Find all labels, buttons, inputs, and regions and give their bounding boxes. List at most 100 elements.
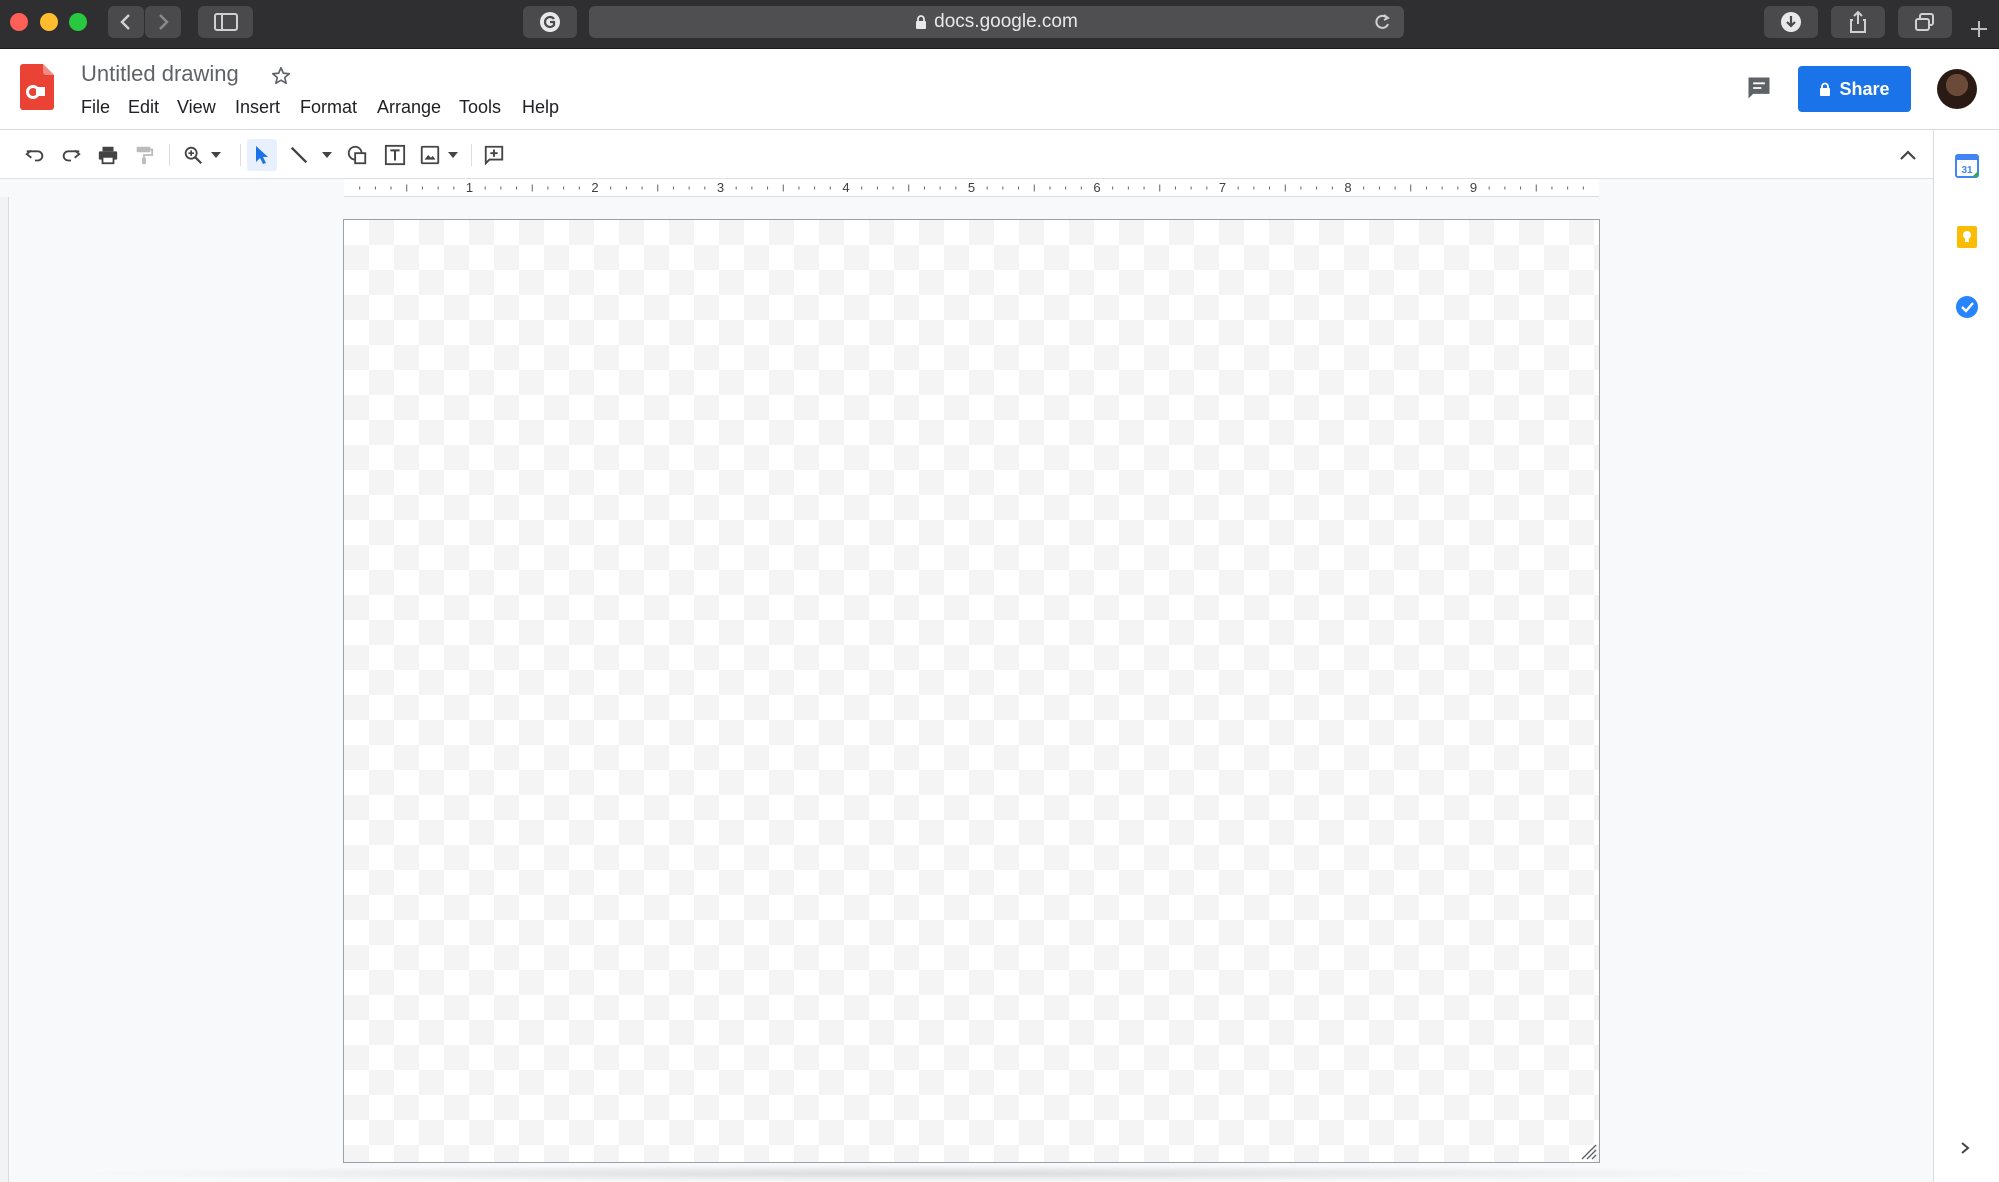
reload-icon[interactable]: [1372, 12, 1392, 32]
close-window-button[interactable]: [10, 13, 28, 31]
share-page-button[interactable]: [1831, 6, 1885, 38]
paint-format-button[interactable]: [131, 142, 157, 168]
menu-help[interactable]: Help: [522, 97, 559, 118]
share-button[interactable]: Share: [1798, 66, 1911, 112]
image-icon: [420, 145, 440, 165]
zoom-dropdown[interactable]: [209, 142, 223, 168]
grammarly-icon: [540, 12, 560, 32]
ruler-label: 5: [967, 180, 976, 195]
menu-arrange[interactable]: Arrange: [377, 97, 441, 118]
downloads-button[interactable]: [1764, 6, 1818, 38]
chevron-left-icon: [120, 14, 130, 30]
toolbar-divider: [169, 144, 170, 166]
menu-insert[interactable]: Insert: [235, 97, 280, 118]
browser-toolbar: docs.google.com: [0, 0, 1999, 49]
menu-format[interactable]: Format: [300, 97, 357, 118]
minimize-window-button[interactable]: [40, 13, 58, 31]
drawings-logo[interactable]: [20, 64, 54, 115]
grammarly-extension-button[interactable]: [523, 6, 577, 38]
image-dropdown[interactable]: [446, 142, 460, 168]
canvas-resize-handle[interactable]: [1579, 1142, 1597, 1160]
add-comment-icon: [484, 145, 504, 166]
star-button[interactable]: [270, 65, 292, 92]
expand-side-panel-button[interactable]: [1958, 1138, 1982, 1162]
ruler-label: 9: [1469, 180, 1478, 195]
comment-icon: [1748, 77, 1770, 99]
share-icon: [1850, 10, 1866, 33]
lock-icon: [1820, 82, 1831, 96]
text-box-button[interactable]: [382, 142, 408, 168]
paint-format-icon: [136, 146, 154, 165]
sidebar-icon: [213, 13, 238, 31]
text-box-icon: [384, 144, 406, 166]
toolbar-divider: [471, 144, 472, 166]
calendar-button[interactable]: 31: [1955, 154, 1979, 178]
tasks-icon: [1956, 296, 1978, 318]
add-comment-button[interactable]: [481, 142, 507, 168]
menu-edit[interactable]: Edit: [128, 97, 159, 118]
vertical-ruler: [0, 197, 9, 1182]
shape-icon: [347, 145, 367, 165]
select-icon: [256, 146, 268, 164]
lock-icon: [916, 15, 927, 29]
tab-overview-button[interactable]: [1898, 6, 1952, 38]
print-icon: [98, 146, 118, 165]
menu-view[interactable]: View: [177, 97, 216, 118]
horizontal-ruler: 1 2 3 4 5 6 7 8 9: [344, 179, 1599, 197]
forward-button[interactable]: [145, 6, 181, 38]
maximize-window-button[interactable]: [69, 13, 87, 31]
toolbar-divider: [240, 144, 241, 166]
google-drawings-icon: [20, 64, 54, 110]
drawing-toolbar: [0, 130, 1933, 179]
chevron-right-icon: [159, 14, 169, 30]
undo-button[interactable]: [22, 142, 48, 168]
line-dropdown[interactable]: [320, 142, 334, 168]
ruler-label: 7: [1218, 180, 1227, 195]
chevron-up-icon: [1900, 150, 1916, 160]
resize-grip-icon: [1581, 1144, 1597, 1160]
keep-button[interactable]: [1955, 225, 1979, 249]
zoom-button[interactable]: [180, 142, 206, 168]
document-title[interactable]: Untitled drawing: [81, 61, 239, 87]
caret-down-icon: [322, 152, 332, 158]
print-button[interactable]: [95, 142, 121, 168]
image-button[interactable]: [417, 142, 443, 168]
ruler-label: 3: [716, 180, 725, 195]
menu-tools[interactable]: Tools: [459, 97, 501, 118]
ruler-label: 6: [1093, 180, 1101, 195]
address-bar[interactable]: docs.google.com: [589, 6, 1404, 38]
comment-history-button[interactable]: [1745, 74, 1773, 107]
sidebar-toggle-button[interactable]: [198, 6, 253, 38]
canvas-shadow: [60, 1165, 1800, 1182]
tasks-button[interactable]: [1955, 295, 1979, 319]
shape-tool-button[interactable]: [344, 142, 370, 168]
plus-icon: [1971, 21, 1987, 37]
keep-icon: [1957, 226, 1977, 248]
app-header: Untitled drawing File Edit View Insert F…: [0, 49, 1999, 130]
line-icon: [290, 146, 308, 164]
redo-button[interactable]: [58, 142, 84, 168]
undo-icon: [25, 149, 44, 162]
menu-file[interactable]: File: [81, 97, 110, 118]
caret-down-icon: [448, 152, 458, 158]
star-icon: [271, 66, 291, 85]
calendar-icon: 31: [1955, 154, 1979, 178]
share-label: Share: [1839, 78, 1890, 99]
ruler-label: 1: [465, 180, 474, 195]
drawing-canvas[interactable]: [343, 219, 1600, 1163]
url-text: docs.google.com: [934, 11, 1078, 32]
ruler-label: 8: [1344, 180, 1352, 195]
collapse-menus-button[interactable]: [1895, 142, 1921, 168]
tabs-icon: [1915, 13, 1934, 31]
caret-down-icon: [211, 152, 221, 158]
zoom-icon: [184, 146, 203, 165]
account-avatar[interactable]: [1937, 69, 1977, 109]
select-tool-button[interactable]: [247, 139, 277, 171]
new-tab-button[interactable]: [1968, 18, 1990, 45]
download-icon: [1781, 12, 1801, 32]
calendar-day: 31: [1961, 165, 1973, 176]
back-button[interactable]: [108, 6, 144, 38]
side-panel: 31: [1933, 130, 1999, 1182]
ruler-label: 4: [842, 180, 850, 195]
line-tool-button[interactable]: [286, 142, 312, 168]
